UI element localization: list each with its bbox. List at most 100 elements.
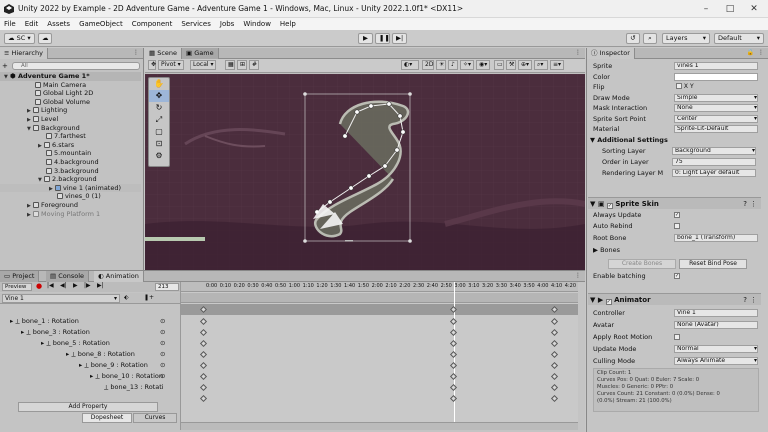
add-event-icon[interactable]: ❚+ bbox=[144, 294, 154, 301]
keyframe[interactable] bbox=[550, 383, 559, 392]
preview-button[interactable]: Preview bbox=[2, 283, 32, 291]
property-row[interactable]: ▸ ⟂ bone_8 : Rotation ⊙ bbox=[66, 349, 180, 360]
component-menu-icon[interactable]: ⋮ bbox=[750, 198, 757, 210]
avatar-field[interactable]: None (Avatar) bbox=[674, 321, 758, 329]
hierarchy-item-2-background[interactable]: ▼ 2.background bbox=[0, 175, 141, 184]
play-button[interactable]: ▶ bbox=[358, 33, 373, 44]
tab-game[interactable]: ▣ Game bbox=[182, 48, 219, 59]
keyframe[interactable] bbox=[550, 361, 559, 370]
hierarchy-item-background[interactable]: ▼ Background bbox=[0, 124, 141, 133]
custom-tool-icon[interactable]: ⚙ bbox=[149, 150, 169, 162]
scale-tool-icon[interactable]: ⤢ bbox=[149, 114, 169, 126]
curves-tab[interactable]: Curves bbox=[133, 413, 177, 423]
controller-field[interactable]: Vine 1 bbox=[674, 309, 758, 317]
hidden-objects-icon[interactable]: ◉▾ bbox=[476, 60, 490, 70]
hierarchy-search-input[interactable]: All bbox=[12, 61, 140, 70]
property-options-icon[interactable]: ⊙ bbox=[160, 327, 165, 338]
panel-menu-icon[interactable]: ⋮ bbox=[133, 49, 139, 56]
prev-key-icon[interactable]: ◀| bbox=[60, 282, 67, 289]
menu-component[interactable]: Component bbox=[132, 20, 173, 28]
keyframe[interactable] bbox=[199, 383, 208, 392]
clip-dropdown[interactable]: Vine 1 ▾ bbox=[2, 294, 120, 303]
help-icon[interactable]: ? bbox=[743, 198, 747, 210]
menu-assets[interactable]: Assets bbox=[47, 20, 70, 28]
hierarchy-item-lighting[interactable]: ▶ Lighting bbox=[0, 106, 141, 115]
hierarchy-item-main-camera[interactable]: Main Camera bbox=[0, 81, 141, 90]
order-in-layer-input[interactable]: 75 bbox=[672, 158, 756, 166]
account-dropdown[interactable]: ☁ SC ▾ bbox=[4, 33, 35, 44]
keyframe[interactable] bbox=[550, 339, 559, 348]
hierarchy-item-foreground[interactable]: ▶ Foreground bbox=[0, 201, 141, 210]
sort-point-dropdown[interactable]: Center ▾ bbox=[674, 114, 758, 123]
property-row[interactable]: ▸ ⟂ bone_9 : Rotation ⊙ bbox=[79, 360, 180, 371]
keyframe[interactable] bbox=[550, 394, 559, 403]
culling-mode-dropdown[interactable]: Always Animate ▾ bbox=[674, 357, 758, 365]
property-row[interactable]: ▸ ⟂ bone_1 : Rotation ⊙ bbox=[10, 316, 180, 327]
property-options-icon[interactable]: ⊙ bbox=[160, 349, 165, 360]
keyframe[interactable] bbox=[199, 394, 208, 403]
layout-dropdown[interactable]: Default ▾ bbox=[714, 33, 764, 44]
menu-help[interactable]: Help bbox=[280, 20, 296, 28]
history-icon[interactable]: ↺ bbox=[626, 33, 640, 44]
first-key-icon[interactable]: |◀ bbox=[47, 282, 54, 289]
pause-button[interactable]: ❚❚ bbox=[375, 33, 390, 44]
keyframe[interactable] bbox=[449, 339, 458, 348]
tab-scene[interactable]: ▦ Scene bbox=[145, 48, 183, 59]
sorting-layer-dropdown[interactable]: Background ▾ bbox=[672, 147, 756, 155]
rendering-layer-dropdown[interactable]: 0: Light Layer default bbox=[672, 169, 756, 177]
menu-edit[interactable]: Edit bbox=[25, 20, 39, 28]
add-button[interactable]: + bbox=[2, 62, 12, 70]
hierarchy-item-level[interactable]: ▶ Level bbox=[0, 115, 141, 124]
property-row[interactable]: ▸ ⟂ bone_3 : Rotation ⊙ bbox=[21, 327, 180, 338]
scene-viewport[interactable]: ✋ ✥ ↻ ⤢ ▢ ⊡ ⚙ bbox=[145, 74, 585, 270]
keyframe[interactable] bbox=[199, 372, 208, 381]
hierarchy-item-scene[interactable]: ▼ ⬢ Adventure Game 1* bbox=[0, 72, 141, 81]
keyframe[interactable] bbox=[449, 328, 458, 337]
transform-tool-icon[interactable]: ⊡ bbox=[149, 138, 169, 150]
lighting-icon[interactable]: ☀ bbox=[436, 60, 446, 70]
property-options-icon[interactable]: ⊙ bbox=[160, 360, 165, 371]
draw-mode-icon[interactable]: ◐▾ bbox=[401, 60, 419, 70]
scene-search-icon[interactable]: ⌕▾ bbox=[534, 60, 548, 70]
keyframe[interactable] bbox=[449, 394, 458, 403]
2d-toggle[interactable]: 2D bbox=[422, 60, 434, 70]
always-update-checkbox[interactable]: ✓ bbox=[674, 212, 680, 218]
component-menu-icon[interactable]: ⋮ bbox=[750, 294, 757, 306]
keyframe[interactable] bbox=[550, 372, 559, 381]
draw-mode-dropdown[interactable]: Simple ▾ bbox=[674, 93, 758, 102]
animator-enabled-checkbox[interactable]: ✓ bbox=[605, 299, 612, 305]
hierarchy-item-global-volume[interactable]: Global Volume bbox=[0, 98, 141, 107]
keyframe[interactable] bbox=[449, 361, 458, 370]
panel-menu-icon[interactable]: ⋮ bbox=[758, 49, 764, 56]
property-options-icon[interactable]: ⊙ bbox=[160, 338, 165, 349]
panel-menu-icon[interactable]: ⋮ bbox=[575, 49, 581, 56]
tab-project[interactable]: ▭ Project bbox=[0, 271, 40, 282]
add-keyframe-icon[interactable]: ⬖ bbox=[124, 294, 129, 301]
hierarchy-item-farthest[interactable]: 7.farthest bbox=[0, 132, 141, 141]
layers-dropdown[interactable]: Layers ▾ bbox=[662, 33, 710, 44]
tab-hierarchy[interactable]: ≡ Hierarchy bbox=[0, 48, 48, 59]
last-key-icon[interactable]: ▶| bbox=[97, 282, 104, 289]
effects-icon[interactable]: ✧▾ bbox=[460, 60, 474, 70]
lock-icon[interactable]: 🔒 bbox=[747, 49, 754, 56]
dopesheet-tab[interactable]: Dopesheet bbox=[82, 413, 132, 423]
keyframe[interactable] bbox=[550, 350, 559, 359]
property-row[interactable]: ⟂ bone_13 : Rotati bbox=[104, 382, 180, 393]
flip-field[interactable]: X Y bbox=[674, 83, 758, 91]
timeline-scrollbar[interactable] bbox=[181, 422, 578, 430]
keyframe[interactable] bbox=[449, 372, 458, 381]
menu-services[interactable]: Services bbox=[181, 20, 211, 28]
close-button[interactable]: ✕ bbox=[748, 3, 760, 15]
hierarchy-item-4-background[interactable]: 4.background bbox=[0, 158, 141, 167]
record-icon[interactable]: ● bbox=[36, 282, 42, 290]
sprite-skin-header[interactable]: ▼ ▣ ✓ Sprite Skin ? ⋮ bbox=[588, 197, 761, 209]
property-row[interactable]: ▸ ⟂ bone_10 : Rotation ⊙ bbox=[90, 371, 180, 382]
hand-tool-icon[interactable]: ✥ bbox=[148, 60, 156, 70]
reset-bind-pose-button[interactable]: Reset Bind Pose bbox=[679, 259, 747, 269]
rotate-tool-icon[interactable]: ↻ bbox=[149, 102, 169, 114]
color-field[interactable] bbox=[674, 72, 758, 81]
help-icon[interactable]: ? bbox=[743, 294, 747, 306]
snap-icon[interactable]: ⊞ bbox=[237, 60, 247, 70]
search-icon[interactable]: ⌕ bbox=[643, 33, 657, 44]
add-property-button[interactable]: Add Property bbox=[18, 402, 158, 412]
